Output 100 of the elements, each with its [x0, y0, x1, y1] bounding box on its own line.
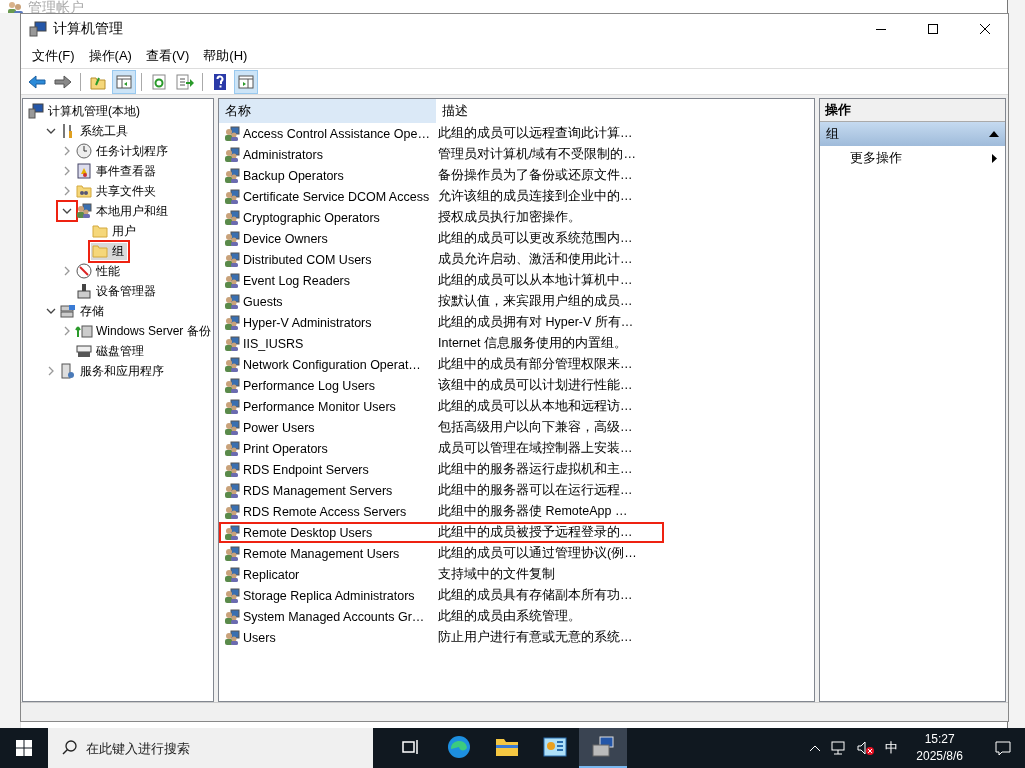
- group-icon: [224, 146, 240, 163]
- list-row[interactable]: Guests 按默认值，来宾跟用户组的成员…: [219, 291, 664, 312]
- menu-item[interactable]: 查看(V): [138, 45, 197, 67]
- group-description: 备份操作员为了备份或还原文件…: [437, 167, 633, 184]
- shared-folder-icon: [76, 184, 92, 198]
- group-description: 防止用户进行有意或无意的系统…: [437, 629, 633, 646]
- list-row[interactable]: Access Control Assistance Ope… 此组的成员可以远程查询此计算…: [219, 123, 664, 144]
- computer-management-icon: [29, 21, 47, 37]
- group-name: Power Users: [243, 420, 315, 435]
- close-icon: [980, 24, 990, 34]
- tree-item[interactable]: 本地用户和组: [75, 202, 171, 220]
- gauge-icon: [76, 263, 92, 279]
- list-row[interactable]: Storage Replica Administrators 此组的成员具有存储副本所有功…: [219, 585, 664, 606]
- list-row[interactable]: Backup Operators 备份操作员为了备份或还原文件…: [219, 165, 664, 186]
- group-name: IIS_IUSRS: [243, 336, 304, 351]
- chevron-right-icon: [64, 326, 70, 336]
- computer-management-icon: [591, 736, 615, 758]
- list-row[interactable]: Print Operators 成员可以管理在域控制器上安装…: [219, 438, 664, 459]
- column-header[interactable]: 名称: [219, 99, 436, 123]
- tree-item[interactable]: 任务计划程序: [75, 142, 171, 160]
- tree-item[interactable]: Windows Server 备份: [75, 322, 213, 340]
- list-row[interactable]: Event Log Readers 此组的成员可以从本地计算机中…: [219, 270, 664, 291]
- list-row[interactable]: Users 防止用户进行有意或无意的系统…: [219, 627, 664, 648]
- group-description: 按默认值，来宾跟用户组的成员…: [437, 293, 633, 310]
- tree-item[interactable]: 计算机管理(本地): [27, 102, 143, 120]
- window-title: 计算机管理: [53, 20, 124, 38]
- notification-icon[interactable]: [995, 740, 1011, 756]
- tree-item[interactable]: 存储: [59, 302, 107, 320]
- group-description: 此组中的成员被授予远程登录的…: [437, 524, 633, 541]
- group-name: Users: [243, 630, 276, 645]
- actions-section[interactable]: 组: [820, 122, 1005, 146]
- list-row[interactable]: System Managed Accounts Gr… 此组的成员由系统管理。: [219, 606, 664, 627]
- minimize-icon: [876, 28, 886, 30]
- tree-item[interactable]: 系统工具: [59, 122, 131, 140]
- collapse-triangle-icon: [989, 131, 999, 137]
- chevron-down-icon: [46, 128, 56, 134]
- group-description: 此组的成员可以更改系统范围内…: [437, 230, 633, 247]
- clock[interactable]: 15:27 2025/8/6: [908, 731, 971, 765]
- chevron-up-icon[interactable]: [809, 744, 822, 752]
- chevron-right-icon: [64, 266, 70, 276]
- pane-right-icon[interactable]: [234, 69, 258, 94]
- group-description: 允许该组的成员连接到企业中的…: [437, 188, 633, 205]
- list-row[interactable]: Certificate Service DCOM Access 允许该组的成员连接到企业中的…: [219, 186, 664, 207]
- expand-toggle[interactable]: [59, 203, 75, 219]
- list-row[interactable]: Performance Log Users 该组中的成员可以计划进行性能…: [219, 375, 664, 396]
- input-method-indicator[interactable]: 中: [885, 739, 899, 757]
- menu-item[interactable]: 文件(F): [25, 45, 82, 67]
- list-row[interactable]: RDS Remote Access Servers 此组中的服务器使 RemoteApp …: [219, 501, 664, 522]
- network-icon[interactable]: [831, 741, 848, 755]
- chevron-down-icon: [62, 208, 72, 214]
- group-name: Cryptographic Operators: [243, 210, 380, 225]
- backup-icon: [75, 323, 93, 339]
- list-row[interactable]: Network Configuration Operat… 此组中的成员有部分管理权限来…: [219, 354, 664, 375]
- list-row[interactable]: IIS_IUSRS Internet 信息服务使用的内置组。: [219, 333, 664, 354]
- device-icon: [76, 283, 92, 299]
- tree-item[interactable]: 磁盘管理: [75, 342, 147, 360]
- edge-icon: [447, 735, 471, 759]
- chevron-down-icon: [46, 308, 56, 314]
- list-row[interactable]: Remote Management Users 此组的成员可以通过管理协议(例…: [219, 543, 664, 564]
- list-row[interactable]: RDS Endpoint Servers 此组中的服务器运行虚拟机和主…: [219, 459, 664, 480]
- group-name: Print Operators: [243, 441, 328, 456]
- tree-item[interactable]: 性能: [75, 262, 123, 280]
- tree-item[interactable]: 服务和应用程序: [59, 362, 167, 380]
- list-row[interactable]: Remote Desktop Users 此组中的成员被授予远程登录的…: [219, 522, 664, 543]
- group-icon: [224, 251, 240, 268]
- tree-item[interactable]: 组: [91, 242, 127, 260]
- group-name: Performance Monitor Users: [243, 399, 396, 414]
- group-icon: [224, 587, 240, 604]
- list-row[interactable]: Replicator 支持域中的文件复制: [219, 564, 664, 585]
- list-row[interactable]: Hyper-V Administrators 此组的成员拥有对 Hyper-V 所有…: [219, 312, 664, 333]
- group-name: Guests: [243, 294, 283, 309]
- tree-item[interactable]: 设备管理器: [75, 282, 159, 300]
- list-row[interactable]: Administrators 管理员对计算机/域有不受限制的…: [219, 144, 664, 165]
- tree-item[interactable]: 用户: [91, 222, 139, 240]
- folder-icon: [92, 224, 108, 238]
- group-name: RDS Remote Access Servers: [243, 504, 407, 519]
- column-header[interactable]: 描述: [436, 99, 636, 123]
- list-row[interactable]: Cryptographic Operators 授权成员执行加密操作。: [219, 207, 664, 228]
- search-icon: [62, 740, 77, 755]
- menu-item[interactable]: 操作(A): [81, 45, 139, 67]
- group-description: 包括高级用户以向下兼容，高级…: [437, 419, 633, 436]
- list-row[interactable]: Performance Monitor Users 此组的成员可以从本地和远程访…: [219, 396, 664, 417]
- list-row[interactable]: Device Owners 此组的成员可以更改系统范围内…: [219, 228, 664, 249]
- list-row[interactable]: RDS Management Servers 此组中的服务器可以在运行远程…: [219, 480, 664, 501]
- windows-logo-icon: [16, 740, 32, 756]
- search-field[interactable]: 在此键入进行搜索: [48, 728, 373, 768]
- tree-item[interactable]: 事件查看器: [75, 162, 159, 180]
- volume-muted-icon[interactable]: [857, 741, 876, 755]
- clock-icon: [76, 143, 92, 159]
- tree-item[interactable]: 共享文件夹: [75, 182, 159, 200]
- pane-left-icon[interactable]: [112, 69, 136, 94]
- group-icon: [224, 566, 240, 583]
- group-name: Replicator: [243, 567, 300, 582]
- group-name: Performance Log Users: [243, 378, 375, 393]
- action-item[interactable]: 更多操作: [820, 146, 1005, 170]
- group-icon: [224, 503, 240, 520]
- group-description: 此组中的服务器可以在运行远程…: [437, 482, 633, 499]
- list-row[interactable]: Distributed COM Users 成员允许启动、激活和使用此计…: [219, 249, 664, 270]
- list-row[interactable]: Power Users 包括高级用户以向下兼容，高级…: [219, 417, 664, 438]
- menu-item[interactable]: 帮助(H): [196, 45, 255, 67]
